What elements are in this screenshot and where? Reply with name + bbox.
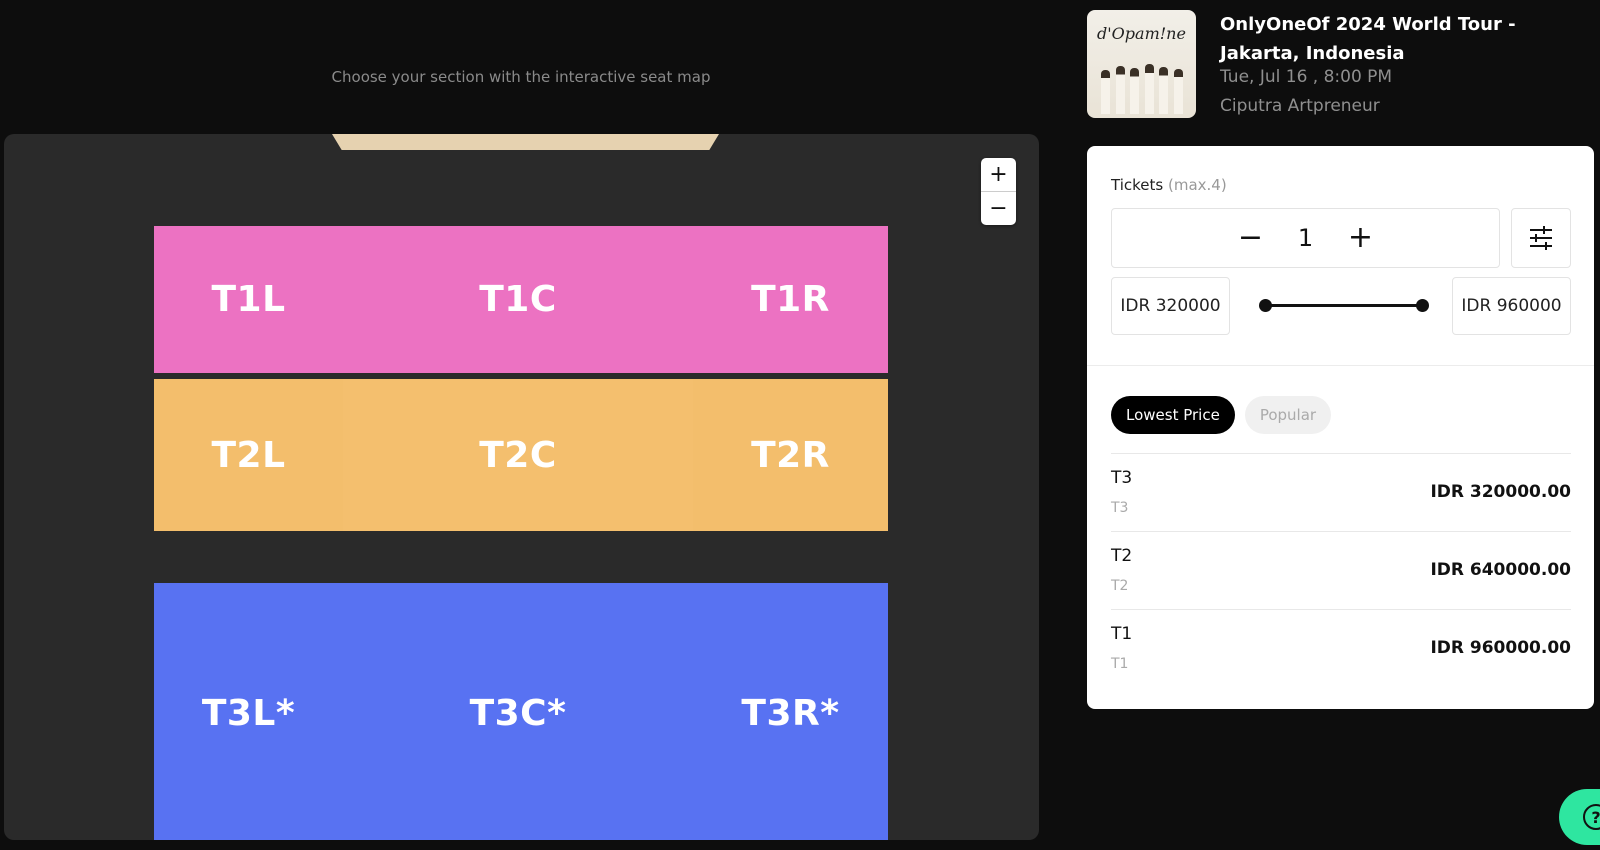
stage bbox=[332, 134, 719, 150]
event-title: OnlyOneOf 2024 World Tour - Jakarta, Ind… bbox=[1220, 14, 1516, 64]
ticket-list: T3 T3 IDR 320000.00 T2 T2 IDR 640000.00 … bbox=[1111, 453, 1571, 687]
listing-price: IDR 640000.00 bbox=[1430, 560, 1571, 580]
poster-title: d'Opam!ne bbox=[1097, 24, 1186, 43]
event-date: Tue, Jul 16 , 8:00 PM bbox=[1220, 67, 1393, 87]
listing-name: T2 bbox=[1111, 546, 1133, 566]
sort-options: Lowest Price Popular bbox=[1111, 396, 1332, 434]
slider-track bbox=[1265, 304, 1423, 307]
section-t1c[interactable]: T1C bbox=[343, 226, 693, 373]
section-t3c[interactable]: T3C* bbox=[343, 583, 693, 840]
slider-max-handle[interactable] bbox=[1416, 299, 1429, 312]
tier-3: T3L* T3C* T3R* bbox=[154, 583, 888, 840]
listing-price: IDR 960000.00 bbox=[1430, 638, 1571, 658]
listing-subtitle: T3 bbox=[1111, 500, 1129, 516]
list-item[interactable]: T2 T2 IDR 640000.00 bbox=[1111, 531, 1571, 609]
price-range-slider[interactable] bbox=[1259, 299, 1429, 313]
poster-people bbox=[1101, 60, 1183, 114]
seat-map[interactable]: T1L T1C T1R T2L T2C T2R T3L* T3C* T3R* +… bbox=[4, 134, 1039, 840]
sliders-icon bbox=[1530, 226, 1552, 250]
divider-notch bbox=[339, 531, 347, 537]
sort-lowest-price[interactable]: Lowest Price bbox=[1111, 396, 1235, 434]
section-t1r[interactable]: T1R bbox=[693, 226, 888, 373]
listing-name: T3 bbox=[1111, 468, 1133, 488]
section-t2r[interactable]: T2R bbox=[693, 379, 888, 531]
zoom-control: + − bbox=[981, 158, 1016, 225]
section-t1l[interactable]: T1L bbox=[154, 226, 343, 373]
zoom-in-button[interactable]: + bbox=[981, 158, 1016, 191]
tickets-label: Tickets (max.4) bbox=[1111, 176, 1227, 194]
divider-notch bbox=[687, 531, 695, 537]
listing-price: IDR 320000.00 bbox=[1430, 482, 1571, 502]
filter-button[interactable] bbox=[1511, 208, 1571, 268]
event-venue: Ciputra Artpreneur bbox=[1220, 96, 1380, 116]
help-button[interactable]: ? bbox=[1559, 789, 1600, 845]
divider-notch bbox=[339, 373, 347, 379]
section-t3r[interactable]: T3R* bbox=[693, 583, 888, 840]
increase-quantity-button[interactable]: + bbox=[1346, 223, 1376, 253]
divider bbox=[1087, 365, 1594, 366]
tickets-label-text: Tickets bbox=[1111, 176, 1164, 194]
slider-min-handle[interactable] bbox=[1259, 299, 1272, 312]
list-item[interactable]: T3 T3 IDR 320000.00 bbox=[1111, 453, 1571, 531]
event-poster: d'Opam!ne bbox=[1087, 10, 1196, 118]
quantity-value: 1 bbox=[1297, 224, 1314, 252]
divider-notch bbox=[687, 373, 695, 379]
quantity-stepper: − 1 + bbox=[1111, 208, 1500, 268]
map-instructions: Choose your section with the interactive… bbox=[331, 68, 711, 86]
list-item[interactable]: T1 T1 IDR 960000.00 bbox=[1111, 609, 1571, 687]
sort-popular[interactable]: Popular bbox=[1244, 396, 1332, 434]
event-summary: d'Opam!ne OnlyOneOf 2024 World Tour - Ja… bbox=[1087, 10, 1592, 120]
section-t3l[interactable]: T3L* bbox=[154, 583, 343, 840]
section-t2c[interactable]: T2C bbox=[343, 379, 693, 531]
tickets-max-note: (max.4) bbox=[1167, 176, 1227, 194]
ticket-panel: Tickets (max.4) − 1 + IDR 320000 IDR 960… bbox=[1087, 146, 1594, 709]
help-icon: ? bbox=[1583, 804, 1600, 830]
tier-1: T1L T1C T1R bbox=[154, 226, 888, 373]
decrease-quantity-button[interactable]: − bbox=[1236, 223, 1266, 253]
tier-2: T2L T2C T2R bbox=[154, 379, 888, 531]
section-t2l[interactable]: T2L bbox=[154, 379, 343, 531]
zoom-out-button[interactable]: − bbox=[981, 191, 1016, 224]
listing-name: T1 bbox=[1111, 624, 1133, 644]
price-min-field[interactable]: IDR 320000 bbox=[1111, 277, 1230, 335]
price-max-field[interactable]: IDR 960000 bbox=[1452, 277, 1571, 335]
listing-subtitle: T2 bbox=[1111, 578, 1129, 594]
listing-subtitle: T1 bbox=[1111, 656, 1129, 672]
